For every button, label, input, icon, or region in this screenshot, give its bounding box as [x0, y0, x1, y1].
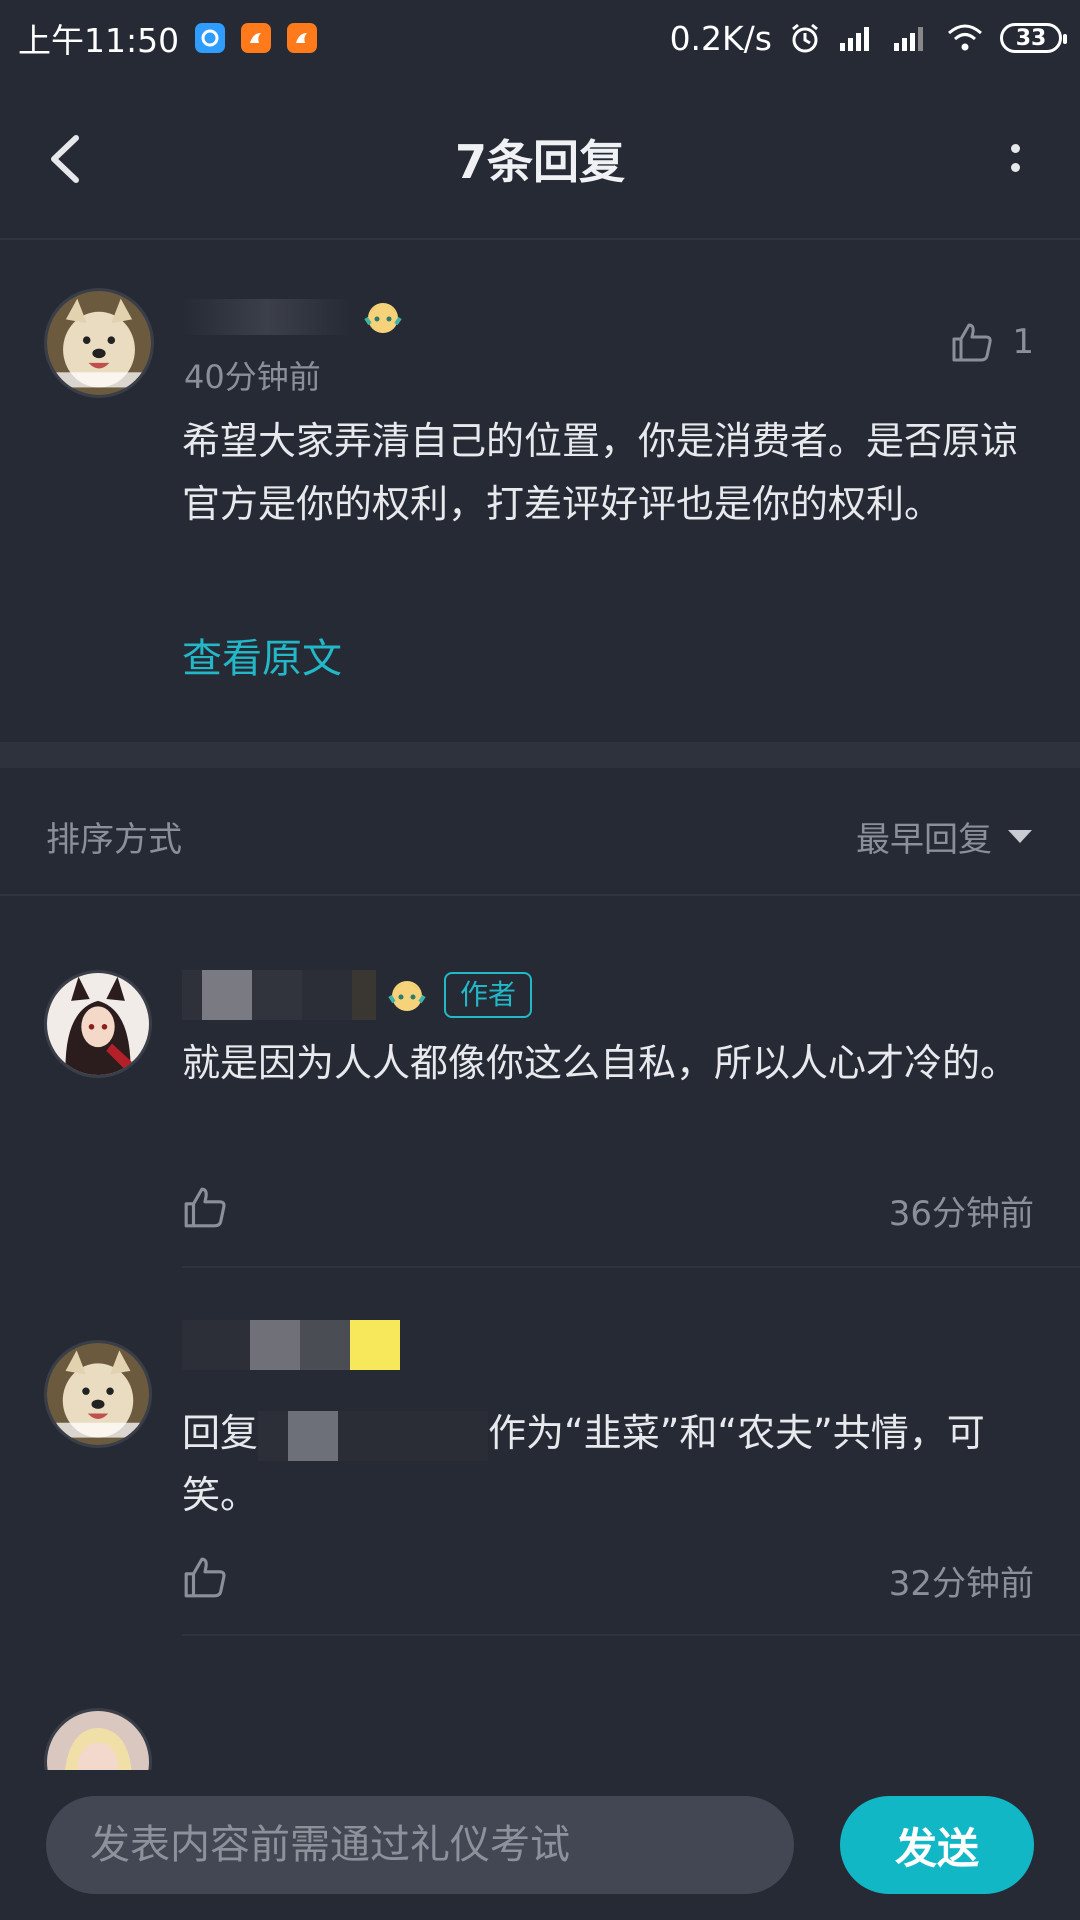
like-button[interactable]: 1 [950, 320, 1034, 364]
dog-avatar-image [47, 1343, 149, 1445]
anime-avatar-image [47, 973, 149, 1075]
level-badge-icon [364, 303, 402, 333]
comment-time: 40分钟前 [184, 358, 321, 396]
battery-indicator: 33 [1000, 23, 1067, 53]
status-right: 0.2K/s 33 [669, 18, 1067, 58]
redacted-username [182, 1320, 400, 1370]
sort-selected: 最早回复 [856, 820, 992, 860]
reply-divider [182, 1634, 1080, 1636]
redacted-mention [258, 1410, 289, 1461]
dog-avatar-image [47, 291, 151, 395]
alarm-icon [792, 23, 818, 53]
author-tag: 作者 [444, 972, 533, 1018]
redacted-username [182, 970, 376, 1020]
redacted-username [182, 299, 352, 335]
more-options-button[interactable] [990, 128, 1040, 188]
comment-input[interactable] [46, 1796, 794, 1894]
redacted-mention [288, 1410, 339, 1461]
reply-item [0, 1638, 1080, 1770]
avatar[interactable] [44, 1708, 152, 1770]
signal-icon [894, 27, 923, 51]
avatar[interactable] [44, 1340, 152, 1448]
sort-label: 排序方式 [46, 820, 182, 860]
top-nav: 7条回复 [0, 76, 1080, 240]
sort-bar: 排序方式 最早回复 [0, 768, 1080, 896]
reply-text: 就是因为人人都像你这么自私，所以人心才冷的。 [182, 1041, 1019, 1085]
status-time: 上午11:50 [18, 21, 180, 60]
status-bar: 上午11:50 0.2K/s 33 [0, 0, 1080, 76]
portrait-avatar-image [47, 1711, 149, 1770]
reply-like-button[interactable] [182, 1554, 228, 1600]
avatar[interactable] [44, 970, 152, 1078]
reply-time: 32分钟前 [888, 1564, 1034, 1604]
page-title: 7条回复 [454, 135, 625, 189]
reply-username-row: 作者 [182, 970, 533, 1020]
section-divider [0, 742, 1080, 768]
thumbs-up-icon [184, 1187, 226, 1228]
reply-like-button[interactable] [182, 1184, 228, 1230]
browser-app-icon [195, 23, 226, 53]
like-count: 1 [1012, 322, 1034, 362]
reply-item: 回复 作为“韭菜”和“农夫”共情，可笑。 32分钟前 [0, 1268, 1080, 1638]
signal-icon [840, 27, 869, 51]
squirrel-app-icon [241, 23, 272, 53]
reply-prefix: 回复 [182, 1411, 259, 1455]
view-original-link[interactable]: 查看原文 [182, 626, 342, 684]
avatar[interactable] [44, 288, 154, 398]
username-row [182, 294, 406, 340]
reply-username-row [182, 1320, 400, 1370]
more-dot-icon [1010, 163, 1020, 172]
level-badge-icon [388, 981, 426, 1011]
comment-composer: 发送 [0, 1770, 1080, 1920]
more-dot-icon [1010, 144, 1020, 153]
redacted-mention [338, 1410, 489, 1461]
squirrel-app-icon [287, 23, 318, 53]
reply-text: 回复 作为“韭菜”和“农夫”共情，可笑。 [182, 1402, 1042, 1526]
thumbs-up-icon [952, 323, 993, 362]
comment-text: 希望大家弄清自己的位置，你是消费者。是否原谅官方是你的权利，打差评好评也是你的权… [182, 419, 1019, 526]
thumbs-up-icon [184, 1557, 226, 1598]
send-button[interactable]: 发送 [840, 1796, 1034, 1894]
original-comment: 40分钟前 1 希望大家弄清自己的位置，你是消费者。是否原谅官方是你的权利，打差… [0, 242, 1080, 742]
net-speed: 0.2K/s [669, 18, 772, 58]
reply-time: 36分钟前 [888, 1194, 1034, 1234]
caret-down-icon [1008, 830, 1032, 843]
status-left: 上午11:50 [18, 14, 318, 62]
sort-dropdown[interactable]: 最早回复 [856, 812, 1032, 861]
reply-item: 作者 就是因为人人都像你这么自私，所以人心才冷的。 36分钟前 [0, 898, 1080, 1268]
wifi-icon [948, 24, 982, 51]
